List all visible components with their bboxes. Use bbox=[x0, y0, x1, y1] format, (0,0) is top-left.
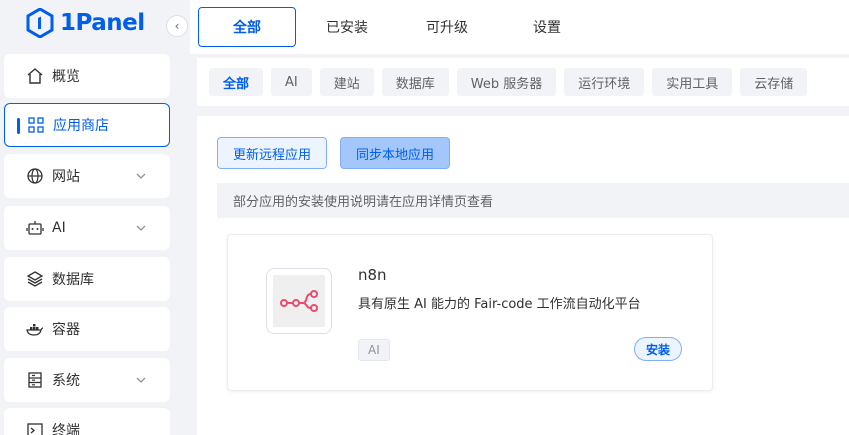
category-cloud-storage[interactable]: 云存储 bbox=[740, 68, 808, 96]
tab-upgradable[interactable]: 可升级 bbox=[398, 7, 496, 47]
tab-settings[interactable]: 设置 bbox=[498, 7, 596, 47]
sidebar-item-label: 应用商店 bbox=[53, 118, 109, 134]
terminal-icon bbox=[26, 421, 44, 435]
install-button[interactable]: 安装 bbox=[634, 337, 683, 361]
app-store-tabs: 全部 已安装 可升级 设置 bbox=[190, 0, 849, 54]
app-name: n8n bbox=[358, 266, 387, 284]
sidebar-item-terminal[interactable]: 终端 bbox=[4, 408, 170, 435]
category-filter-bar: 全部 AI 建站 数据库 Web 服务器 运行环境 实用工具 云存储 bbox=[197, 58, 849, 106]
app-list-panel: 更新远程应用 同步本地应用 部分应用的安装使用说明请在应用详情页查看 n8n 具… bbox=[197, 116, 849, 435]
sidebar: 1Panel ‹ 概览 应用商店 网站 AI 数据库 容器 系统 终端 bbox=[0, 0, 190, 435]
sidebar-item-database[interactable]: 数据库 bbox=[4, 257, 170, 301]
sidebar-item-label: 终端 bbox=[52, 423, 80, 435]
install-notice: 部分应用的安装使用说明请在应用详情页查看 bbox=[217, 183, 849, 218]
app-card[interactable]: n8n 具有原生 AI 能力的 Fair-code 工作流自动化平台 AI 安装 bbox=[227, 234, 713, 391]
sidebar-item-overview[interactable]: 概览 bbox=[4, 54, 170, 98]
docker-icon bbox=[26, 320, 44, 338]
sidebar-item-label: 网站 bbox=[52, 169, 80, 185]
category-web-server[interactable]: Web 服务器 bbox=[456, 68, 557, 96]
sidebar-item-container[interactable]: 容器 bbox=[4, 307, 170, 351]
category-website[interactable]: 建站 bbox=[319, 68, 374, 96]
app-description: 具有原生 AI 能力的 Fair-code 工作流自动化平台 bbox=[358, 297, 641, 312]
server-icon bbox=[26, 371, 44, 389]
sidebar-item-label: 概览 bbox=[52, 69, 80, 85]
sidebar-item-label: 容器 bbox=[52, 322, 80, 338]
sidebar-item-system[interactable]: 系统 bbox=[4, 358, 170, 402]
chevron-left-icon: ‹ bbox=[174, 19, 180, 33]
robot-icon bbox=[26, 219, 44, 237]
globe-icon bbox=[26, 167, 44, 185]
sidebar-item-website[interactable]: 网站 bbox=[4, 154, 170, 198]
brand-logo[interactable]: 1Panel bbox=[26, 7, 145, 39]
layers-icon bbox=[26, 270, 44, 288]
sidebar-item-ai[interactable]: AI bbox=[4, 206, 170, 250]
category-all[interactable]: 全部 bbox=[209, 68, 264, 96]
category-database[interactable]: 数据库 bbox=[381, 68, 449, 96]
update-remote-apps-button[interactable]: 更新远程应用 bbox=[217, 137, 328, 169]
1panel-logo-icon bbox=[26, 8, 54, 38]
tab-all[interactable]: 全部 bbox=[198, 7, 296, 47]
app-tag: AI bbox=[358, 339, 390, 361]
collapse-sidebar-button[interactable]: ‹ bbox=[166, 15, 188, 37]
sidebar-item-label: 数据库 bbox=[52, 272, 94, 288]
brand-name: 1Panel bbox=[60, 10, 145, 36]
category-runtime[interactable]: 运行环境 bbox=[564, 68, 645, 96]
tab-installed[interactable]: 已安装 bbox=[298, 7, 396, 47]
grid-icon bbox=[27, 116, 45, 134]
home-icon bbox=[26, 67, 44, 85]
sidebar-item-label: AI bbox=[52, 220, 66, 236]
active-indicator bbox=[17, 118, 20, 134]
category-ai[interactable]: AI bbox=[271, 68, 312, 96]
chevron-down-icon bbox=[136, 173, 146, 179]
sync-local-apps-button[interactable]: 同步本地应用 bbox=[340, 137, 451, 169]
n8n-logo-icon bbox=[273, 275, 325, 327]
app-icon-frame bbox=[266, 268, 332, 334]
category-tools[interactable]: 实用工具 bbox=[652, 68, 733, 96]
chevron-down-icon bbox=[136, 225, 146, 231]
sidebar-item-app-store[interactable]: 应用商店 bbox=[4, 103, 170, 147]
sidebar-item-label: 系统 bbox=[52, 373, 80, 389]
chevron-down-icon bbox=[136, 377, 146, 383]
